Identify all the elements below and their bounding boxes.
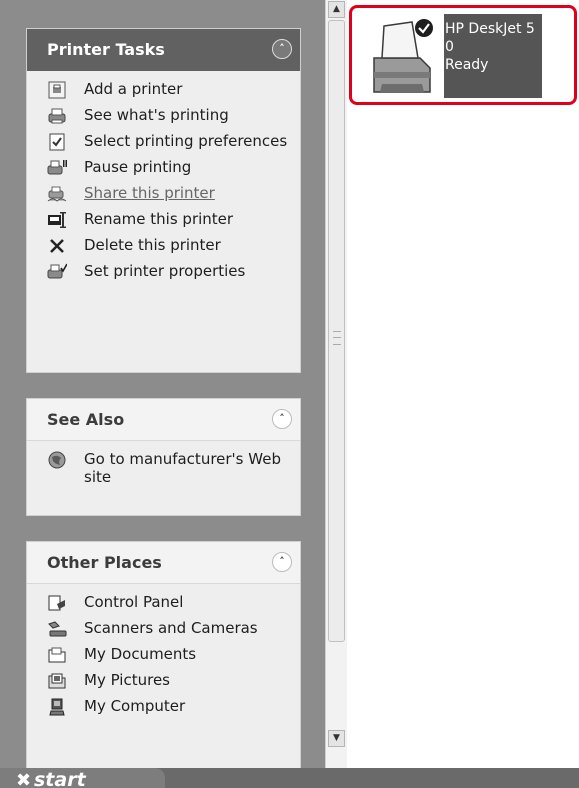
delete-icon [47,237,67,255]
vertical-scrollbar[interactable]: ▲ ▼ [325,0,347,768]
place-control-panel[interactable]: Control Panel [27,590,300,616]
scanner-icon [47,620,67,638]
collapse-chevron-icon[interactable]: ˄ [272,39,292,59]
place-label: Scanners and Cameras [84,619,258,637]
share-printer-icon [47,185,67,203]
task-pane: Printer Tasks ˄ Add a printer See what's… [0,0,325,768]
task-pause-printing[interactable]: Pause printing [27,155,300,181]
other-places-panel: Other Places ˄ Control Panel Scanners an… [26,541,301,768]
task-label: Share this printer [84,184,215,202]
place-label: My Computer [84,697,186,715]
see-also-title: See Also [47,410,125,429]
task-label: Delete this printer [84,236,221,254]
task-rename-printer[interactable]: Rename this printer [27,207,300,233]
place-scanners-cameras[interactable]: Scanners and Cameras [27,616,300,642]
task-label: Select printing preferences [84,132,288,150]
highlight-callout [349,5,577,105]
pause-printer-icon [47,159,67,177]
pictures-icon [47,672,67,690]
place-my-computer[interactable]: My Computer [27,694,300,720]
task-share-printer[interactable]: Share this printer [27,181,300,207]
task-label: Pause printing [84,158,192,176]
task-label: Rename this printer [84,210,234,228]
task-delete-printer[interactable]: Delete this printer [27,233,300,259]
add-printer-icon [47,81,67,99]
scroll-down-arrow-icon[interactable]: ▼ [328,730,345,747]
task-label: Go to manufacturer's Web site [84,450,281,486]
task-manufacturer-site[interactable]: Go to manufacturer's Web site [27,447,300,490]
computer-icon [47,698,67,716]
start-button[interactable]: ✖ start [0,768,165,788]
see-also-panel: See Also ˄ Go to manufacturer's Web site [26,398,301,516]
preferences-icon [47,133,67,151]
taskbar: ✖ start [0,768,579,788]
printer-tasks-header[interactable]: Printer Tasks ˄ [27,29,300,71]
windows-flag-icon: ✖ [16,770,32,788]
task-select-preferences[interactable]: Select printing preferences [27,129,300,155]
scroll-up-arrow-icon[interactable]: ▲ [328,1,345,18]
task-add-printer[interactable]: Add a printer [27,77,300,103]
task-see-whats-printing[interactable]: See what's printing [27,103,300,129]
task-label: See what's printing [84,106,229,124]
place-label: My Documents [84,645,197,663]
task-printer-properties[interactable]: Set printer properties [27,259,300,285]
start-label: start [34,769,86,788]
collapse-chevron-icon[interactable]: ˄ [272,552,292,572]
control-panel-icon [47,594,67,612]
printer-properties-icon [47,263,67,281]
place-label: Control Panel [84,593,184,611]
other-places-header[interactable]: Other Places ˄ [27,542,300,584]
task-label: Set printer properties [84,262,246,280]
print-queue-icon [47,107,67,125]
rename-icon [47,211,67,229]
place-label: My Pictures [84,671,170,689]
scrollbar-grip-icon [333,331,341,345]
folder-icon [47,646,67,664]
see-also-header[interactable]: See Also ˄ [27,399,300,441]
place-my-pictures[interactable]: My Pictures [27,668,300,694]
place-my-documents[interactable]: My Documents [27,642,300,668]
other-places-title: Other Places [47,553,162,572]
task-label: Add a printer [84,80,183,98]
printer-tasks-title: Printer Tasks [47,40,165,59]
scrollbar-thumb[interactable] [328,20,345,642]
collapse-chevron-icon[interactable]: ˄ [272,409,292,429]
printer-tasks-panel: Printer Tasks ˄ Add a printer See what's… [26,28,301,373]
globe-icon [47,451,67,469]
